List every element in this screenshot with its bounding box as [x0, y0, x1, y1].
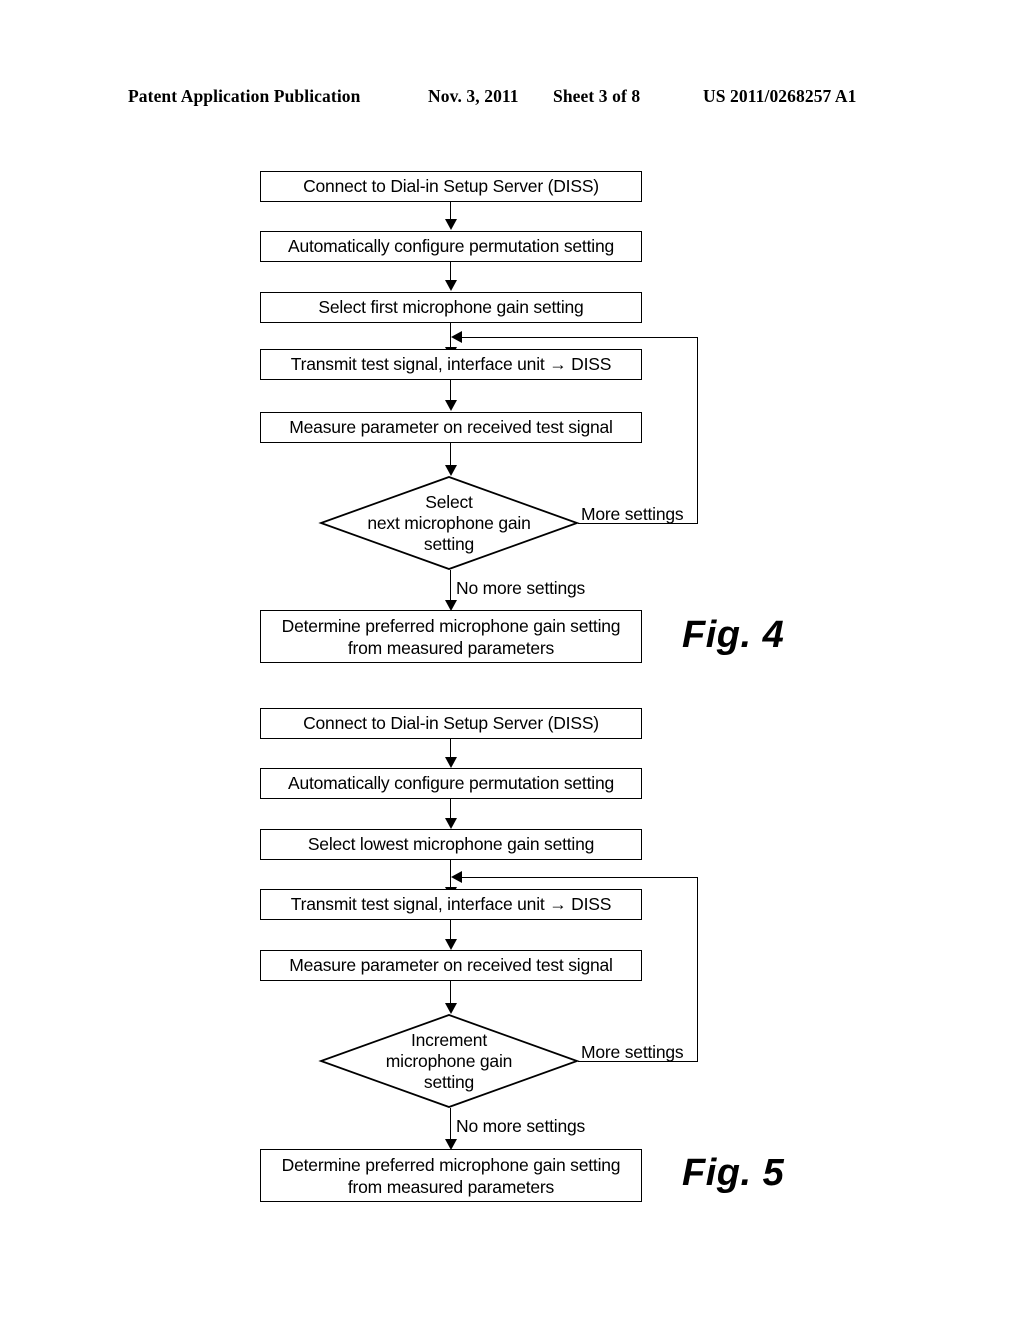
fig5-step-transmit-label: Transmit test signal, interface unit → D… — [290, 894, 612, 914]
fig5-branch-label-no-more-settings: No more settings — [456, 1116, 586, 1136]
fig5-caption: Fig. 5 — [682, 1152, 785, 1194]
fig5-arrow-2-icon — [445, 818, 457, 829]
fig5-loop-segment-up — [697, 877, 698, 1062]
fig5-arrow-1-icon — [445, 757, 457, 768]
fig5-step-measure-label: Measure parameter on received test signa… — [289, 955, 613, 975]
fig5-result-line2: from measured parameters — [347, 1176, 555, 1197]
fig5-branch-label-more-settings: More settings — [581, 1042, 684, 1062]
fig5-step-configure: Automatically configure permutation sett… — [260, 768, 642, 799]
fig5-step-configure-label: Automatically configure permutation sett… — [287, 773, 615, 793]
fig5-connector-1 — [450, 739, 451, 758]
fig5-connector-6 — [450, 1108, 451, 1141]
fig5-step-transmit: Transmit test signal, interface unit → D… — [260, 889, 642, 920]
figure-5: Connect to Dial-in Setup Server (DISS) A… — [0, 0, 1024, 1320]
fig5-loop-arrow-icon — [451, 871, 462, 883]
fig5-step-connect-label: Connect to Dial-in Setup Server (DISS) — [303, 713, 599, 733]
fig5-step-measure: Measure parameter on received test signa… — [260, 950, 642, 981]
fig5-step-select-label: Select lowest microphone gain setting — [307, 834, 595, 854]
fig5-result-determine: Determine preferred microphone gain sett… — [260, 1149, 642, 1202]
fig5-connector-2 — [450, 799, 451, 819]
fig5-decision-increment-gain: Increment microphone gain setting — [318, 1014, 580, 1108]
fig5-result-line1: Determine preferred microphone gain sett… — [281, 1154, 621, 1175]
fig5-arrow-4-icon — [445, 939, 457, 950]
fig5-connector-5 — [450, 981, 451, 1005]
fig5-loop-segment-left — [462, 877, 698, 878]
fig5-step-select: Select lowest microphone gain setting — [260, 829, 642, 860]
fig5-step-connect: Connect to Dial-in Setup Server (DISS) — [260, 708, 642, 739]
fig5-arrow-5-icon — [445, 1003, 457, 1014]
fig5-connector-4 — [450, 920, 451, 941]
